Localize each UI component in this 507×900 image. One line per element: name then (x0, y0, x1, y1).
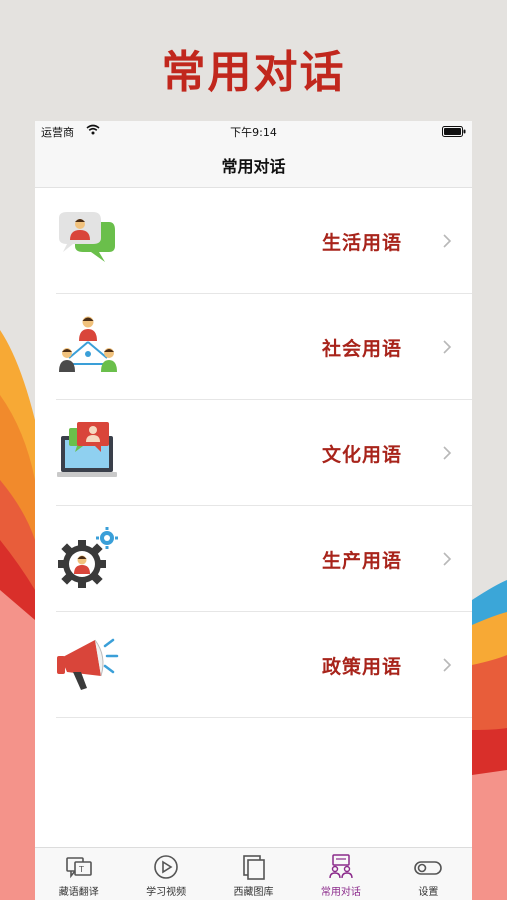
list-item-social-phrases[interactable]: 社会用语 (35, 294, 472, 400)
tab-learning-videos[interactable]: 学习视频 (122, 848, 209, 900)
toggle-settings-icon (414, 861, 443, 875)
status-bar: 运营商 下午9:14 (35, 121, 472, 143)
chevron-right-icon (443, 234, 452, 248)
chevron-right-icon (443, 446, 452, 460)
item-label: 生活用语 (321, 232, 402, 254)
tab-tibet-gallery[interactable]: 西藏图库 (210, 848, 297, 900)
tab-label: 西藏图库 (233, 887, 274, 898)
dialog-icon (329, 854, 353, 879)
status-time: 下午9:14 (230, 126, 277, 139)
item-label: 文化用语 (321, 444, 402, 466)
nav-title: 常用对话 (221, 157, 286, 176)
gear-person-icon (58, 527, 118, 588)
tab-tibetan-translation[interactable]: T 藏语翻译 (35, 848, 122, 900)
people-network-icon (59, 316, 117, 372)
tab-common-dialogs[interactable]: 常用对话 (297, 848, 384, 900)
tab-bar: T 藏语翻译 学习视频 西藏图库 常用对话 设置 (35, 847, 472, 900)
chevron-right-icon (443, 552, 452, 566)
chat-bubbles-person-icon (59, 212, 115, 262)
list-item-policy-phrases[interactable]: 政策用语 (35, 612, 472, 718)
item-label: 政策用语 (321, 656, 402, 678)
phrase-category-list: 生活用语 社会用语 文化用语 生产用语 政策用语 (35, 188, 472, 718)
tab-label: 学习视频 (146, 887, 187, 898)
phone-screen: 运营商 下午9:14 常用对话 生活用语 社会用语 文化用语 生产用语 政策用语… (35, 121, 472, 900)
play-circle-icon (154, 855, 178, 879)
translate-icon: T (65, 857, 92, 879)
tab-label: 设置 (418, 887, 439, 898)
item-label: 生产用语 (321, 550, 402, 572)
battery-icon (442, 126, 466, 137)
promo-title: 常用对话 (161, 47, 346, 98)
tab-label: 常用对话 (320, 887, 361, 898)
tab-settings[interactable]: 设置 (385, 848, 472, 900)
chevron-right-icon (443, 658, 452, 672)
chevron-right-icon (443, 340, 452, 354)
svg-text:T: T (78, 865, 84, 874)
laptop-chat-icon (57, 422, 117, 477)
megaphone-icon (57, 638, 119, 690)
nav-bar: 常用对话 (35, 143, 472, 188)
list-item-life-phrases[interactable]: 生活用语 (35, 188, 472, 294)
list-item-production-phrases[interactable]: 生产用语 (35, 506, 472, 612)
gallery-icon (242, 855, 265, 880)
tab-label: 藏语翻译 (58, 887, 99, 898)
item-label: 社会用语 (321, 338, 402, 360)
list-item-culture-phrases[interactable]: 文化用语 (35, 400, 472, 506)
